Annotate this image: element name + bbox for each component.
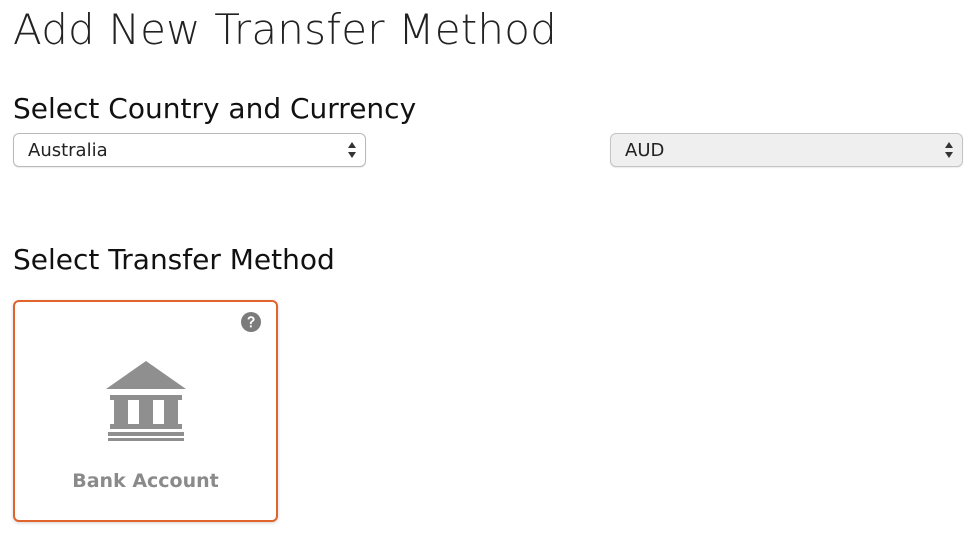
country-currency-heading: Select Country and Currency [13,92,417,125]
transfer-method-card-bank-account[interactable]: Bank Account [13,300,278,522]
select-arrows-icon [348,142,356,158]
transfer-method-label: Bank Account [72,470,219,492]
currency-select-value: AUD [625,139,665,161]
help-icon[interactable] [240,311,262,333]
currency-select[interactable]: AUD [610,133,963,167]
bank-icon [106,361,186,441]
page-title: Add New Transfer Method [13,5,557,54]
transfer-method-heading: Select Transfer Method [13,243,335,276]
country-select-value: Australia [28,139,108,161]
select-arrows-icon [945,142,953,158]
country-select[interactable]: Australia [13,133,366,167]
